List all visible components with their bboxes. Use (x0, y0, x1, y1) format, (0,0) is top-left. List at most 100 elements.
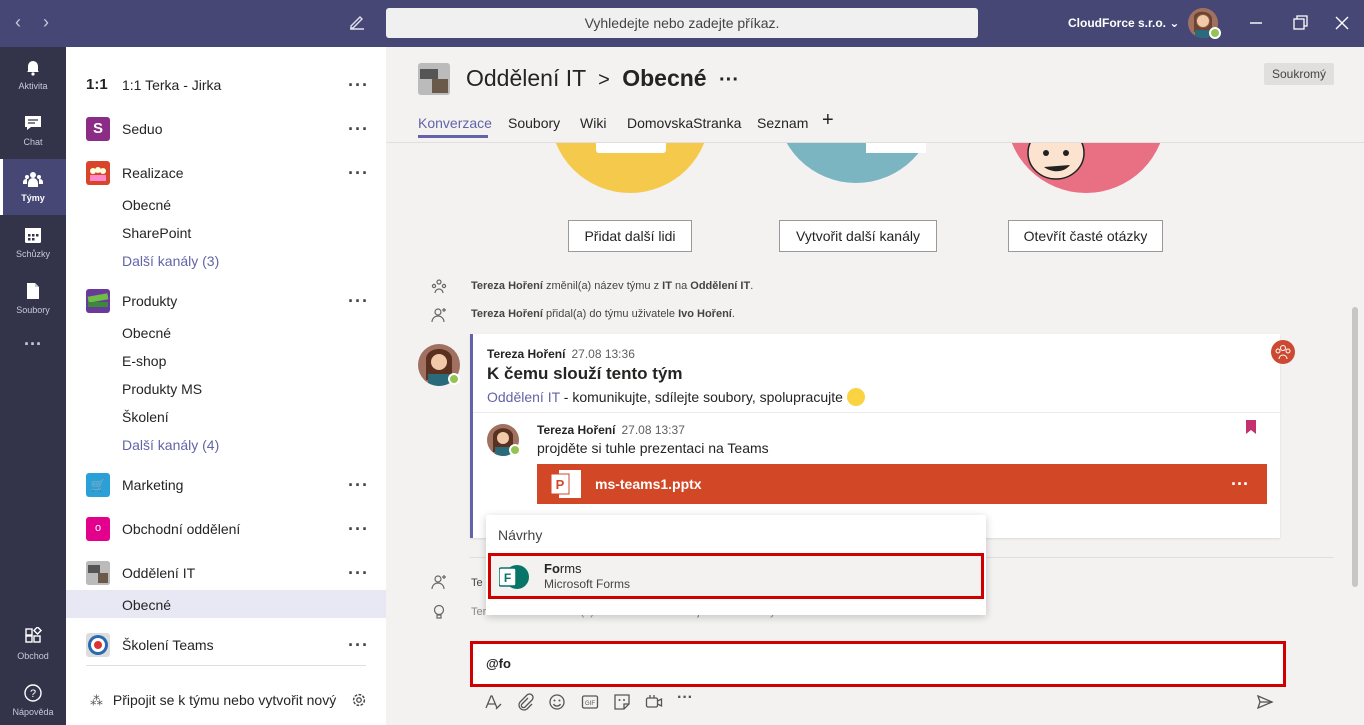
more-options-icon[interactable]: ··· (348, 635, 369, 656)
illustration-card (866, 143, 926, 153)
close-icon[interactable] (1332, 13, 1352, 33)
back-arrow-icon[interactable]: ‹ (8, 12, 28, 33)
rail-item-files[interactable]: Soubory (0, 271, 66, 327)
rail-item-activity[interactable]: Aktivita (0, 47, 66, 103)
message-author[interactable]: Tereza Hoření (487, 347, 565, 361)
channel-item[interactable]: Produkty MS (122, 381, 202, 397)
channel-item[interactable]: SharePoint (122, 225, 191, 241)
org-switcher[interactable]: CloudForce s.r.o. ⌄ (1068, 16, 1179, 30)
create-channels-button[interactable]: Vytvořit další kanály (779, 220, 937, 252)
team-item[interactable]: 🛒 Marketing ··· (66, 463, 386, 507)
svg-text:?: ? (30, 688, 36, 700)
svg-text:GIF: GIF (585, 701, 595, 707)
message-compose-input[interactable]: @fo (470, 641, 1286, 687)
add-people-button[interactable]: Přidat další lidi (568, 220, 692, 252)
breadcrumb-separator: > (598, 69, 610, 91)
reply-author[interactable]: Tereza Hoření (537, 423, 615, 437)
meet-now-icon[interactable] (645, 693, 663, 711)
welcome-illustrations (386, 143, 1364, 223)
more-options-icon[interactable]: ··· (348, 519, 369, 540)
open-faq-button[interactable]: Otevřít časté otázky (1008, 220, 1163, 252)
rail-item-store[interactable]: Obchod (0, 617, 66, 673)
minimize-icon[interactable] (1246, 13, 1266, 33)
illustration-card (596, 143, 666, 153)
channel-item-selected[interactable]: Obecné (122, 597, 171, 613)
files-icon (27, 283, 39, 299)
one-on-one-icon: 1:1 (86, 76, 108, 93)
format-icon[interactable] (484, 693, 502, 711)
team-item[interactable]: Realizace ··· (66, 151, 386, 195)
send-icon[interactable] (1256, 693, 1274, 711)
more-options-icon[interactable]: ··· (677, 689, 695, 707)
team-item[interactable]: o Obchodní oddělení ··· (66, 507, 386, 551)
more-options-icon[interactable]: ··· (348, 75, 369, 96)
system-message: Tereza Hoření přidal(a) do týmu uživatel… (471, 308, 735, 320)
channel-item[interactable]: E-shop (122, 353, 166, 369)
more-options-icon[interactable]: ··· (1231, 474, 1249, 495)
emoji-icon[interactable] (548, 693, 566, 711)
more-options-icon[interactable]: ··· (348, 291, 369, 312)
more-channels-link[interactable]: Další kanály (4) (122, 437, 219, 453)
team-item[interactable]: Oddělení IT ··· (66, 551, 386, 595)
gear-icon[interactable] (350, 691, 368, 709)
forms-app-icon: F (499, 565, 529, 589)
channel-link[interactable]: Oddělení IT (487, 389, 560, 405)
app-rail: Aktivita Chat Týmy Schůzky Soubory ··· O… (0, 47, 66, 725)
realizace-team-icon (86, 161, 110, 185)
oddeleni-it-team-icon (86, 561, 110, 585)
tab-domovska-stranka[interactable]: DomovskaStranka (627, 115, 741, 131)
tab-wiki[interactable]: Wiki (580, 115, 606, 131)
team-members-icon (1271, 340, 1295, 364)
attach-icon[interactable] (516, 693, 534, 711)
more-options-icon[interactable]: ··· (348, 475, 369, 496)
rail-more[interactable]: ··· (0, 331, 66, 361)
add-user-icon (431, 575, 446, 590)
breadcrumb-channel: Obecné (622, 65, 707, 91)
scrollbar[interactable] (1352, 307, 1358, 587)
tab-seznam[interactable]: Seznam (757, 115, 808, 131)
system-message: Tereza Hoření změnil(a) název týmu z IT … (471, 280, 754, 292)
team-item[interactable]: S Seduo ··· (66, 107, 386, 151)
more-options-icon[interactable]: ··· (348, 163, 369, 184)
rail-item-teams[interactable]: Týmy (0, 159, 66, 215)
rail-item-meetings[interactable]: Schůzky (0, 215, 66, 271)
more-options-icon[interactable]: ··· (719, 69, 739, 91)
add-tab-button[interactable]: + (822, 109, 834, 132)
gif-icon[interactable]: GIF (581, 693, 599, 711)
suggestion-forms[interactable]: F Forms Microsoft Forms (488, 553, 984, 599)
forward-arrow-icon[interactable]: › (36, 12, 56, 33)
file-name[interactable]: ms-teams1.pptx (595, 476, 702, 492)
channel-item[interactable]: Obecné (122, 325, 171, 341)
tab-soubory[interactable]: Soubory (508, 115, 560, 131)
rail-item-chat[interactable]: Chat (0, 103, 66, 159)
svg-text:P: P (556, 477, 565, 492)
bookmark-icon[interactable] (1245, 420, 1257, 434)
team-item[interactable]: 1:1 1:1 Terka - Jirka ··· (66, 63, 386, 107)
produkty-team-icon (86, 289, 110, 313)
tab-konverzace[interactable]: Konverzace (418, 115, 492, 131)
compose-icon[interactable] (347, 12, 367, 32)
join-or-create-team[interactable]: ⁂ Připojit se k týmu nebo vytvořit nový (90, 692, 336, 709)
sticker-icon[interactable] (613, 693, 631, 711)
chevron-down-icon: ⌄ (1169, 16, 1180, 30)
conversation-pane: Oddělení IT > Obecné ··· Soukromý Konver… (386, 47, 1364, 725)
private-badge: Soukromý (1264, 63, 1335, 85)
obchodni-team-icon: o (86, 517, 110, 541)
more-options-icon[interactable]: ··· (348, 563, 369, 584)
file-attachment[interactable]: P ms-teams1.pptx ··· (537, 464, 1267, 504)
reply-header: Tereza Hoření 27.08 13:37 (537, 422, 685, 437)
seduo-team-icon: S (86, 117, 110, 141)
team-item[interactable]: Školení Teams ··· (66, 623, 386, 667)
search-input[interactable]: Vyhledejte nebo zadejte příkaz. (386, 8, 978, 38)
rail-item-help[interactable]: ? Nápověda (0, 673, 66, 725)
maximize-icon[interactable] (1290, 13, 1310, 33)
svg-text:F: F (504, 571, 511, 585)
suggestion-name: Forms (544, 561, 582, 576)
more-channels-link[interactable]: Další kanály (3) (122, 253, 219, 269)
breadcrumb-team[interactable]: Oddělení IT (466, 65, 586, 91)
more-options-icon[interactable]: ··· (348, 119, 369, 140)
message-thread: Tereza Hoření 27.08 13:36 K čemu slouží t… (470, 334, 1283, 538)
channel-item[interactable]: Obecné (122, 197, 171, 213)
channel-item[interactable]: Školení (122, 409, 169, 425)
team-item[interactable]: Produkty ··· (66, 279, 386, 323)
